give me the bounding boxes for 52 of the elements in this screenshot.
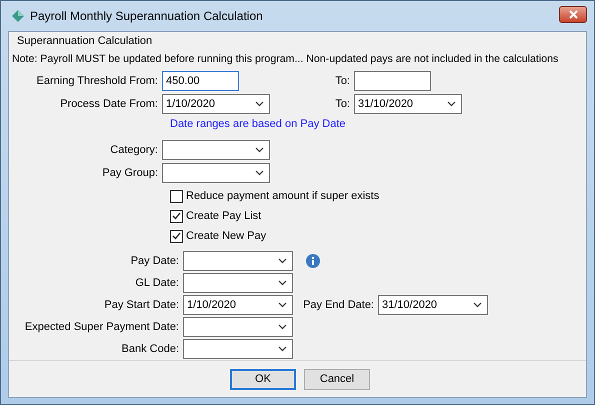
dropdown-field[interactable] — [162, 140, 270, 160]
window-title: Payroll Monthly Superannuation Calculation — [30, 9, 264, 23]
hint-text: Date ranges are based on Pay Date — [170, 118, 347, 132]
caret-icon — [278, 258, 287, 264]
field-label: Pay Start Date: — [103, 299, 180, 311]
checkmark-icon — [172, 232, 181, 240]
field-label: To: — [334, 75, 351, 87]
dropdown-field[interactable] — [162, 163, 270, 183]
field-label: Pay End Date: — [302, 299, 375, 311]
info-icon[interactable] — [306, 254, 320, 268]
diamond-icon — [12, 10, 24, 22]
dialog-button[interactable]: OK — [230, 368, 296, 390]
dropdown-field[interactable]: 1/10/2020 — [162, 94, 270, 114]
dropdown-field[interactable] — [183, 339, 293, 359]
checkbox[interactable] — [170, 190, 183, 202]
close-icon — [568, 10, 578, 18]
dropdown-field[interactable] — [183, 273, 293, 293]
caret-icon — [278, 302, 287, 308]
field-label: Bank Code: — [120, 343, 180, 355]
caret-icon — [255, 170, 264, 176]
dropdown-field[interactable]: 31/10/2020 — [354, 94, 462, 114]
checkbox-label: Create New Pay — [186, 230, 266, 242]
dropdown-field[interactable] — [183, 251, 293, 271]
field-label: To: — [334, 98, 351, 110]
group-title: Superannuation Calculation — [17, 35, 154, 49]
caret-icon — [278, 280, 287, 286]
dropdown-field[interactable] — [183, 317, 293, 337]
text-field[interactable]: 450.00 — [162, 71, 239, 91]
text-field[interactable] — [354, 71, 431, 91]
caret-icon — [278, 346, 287, 352]
caret-icon — [255, 147, 264, 153]
field-label: GL Date: — [134, 277, 180, 289]
close-button[interactable] — [559, 6, 587, 22]
dialog-button[interactable]: Cancel — [304, 368, 370, 390]
checkbox-label: Create Pay List — [186, 210, 262, 222]
field-label: Expected Super Payment Date: — [24, 321, 180, 333]
field-label: Process Date From: — [59, 98, 159, 110]
field-label: Pay Date: — [130, 255, 180, 267]
note-text: Note: Payroll MUST be updated before running this program... Non-updated pays are not included in the calculations — [12, 53, 560, 65]
checkbox[interactable] — [170, 210, 183, 222]
checkbox-label: Reduce payment amount if super exists — [186, 190, 380, 202]
field-label: Pay Group: — [101, 167, 159, 179]
checkmark-icon — [172, 212, 181, 220]
caret-icon — [473, 302, 482, 308]
field-label: Category: — [109, 144, 159, 156]
dropdown-field[interactable]: 31/10/2020 — [378, 295, 488, 315]
field-label: Earning Threshold From: — [36, 75, 159, 87]
checkbox[interactable] — [170, 230, 183, 242]
caret-icon — [255, 101, 264, 107]
caret-icon — [278, 324, 287, 330]
caret-icon — [447, 101, 456, 107]
dropdown-field[interactable]: 1/10/2020 — [183, 295, 293, 315]
